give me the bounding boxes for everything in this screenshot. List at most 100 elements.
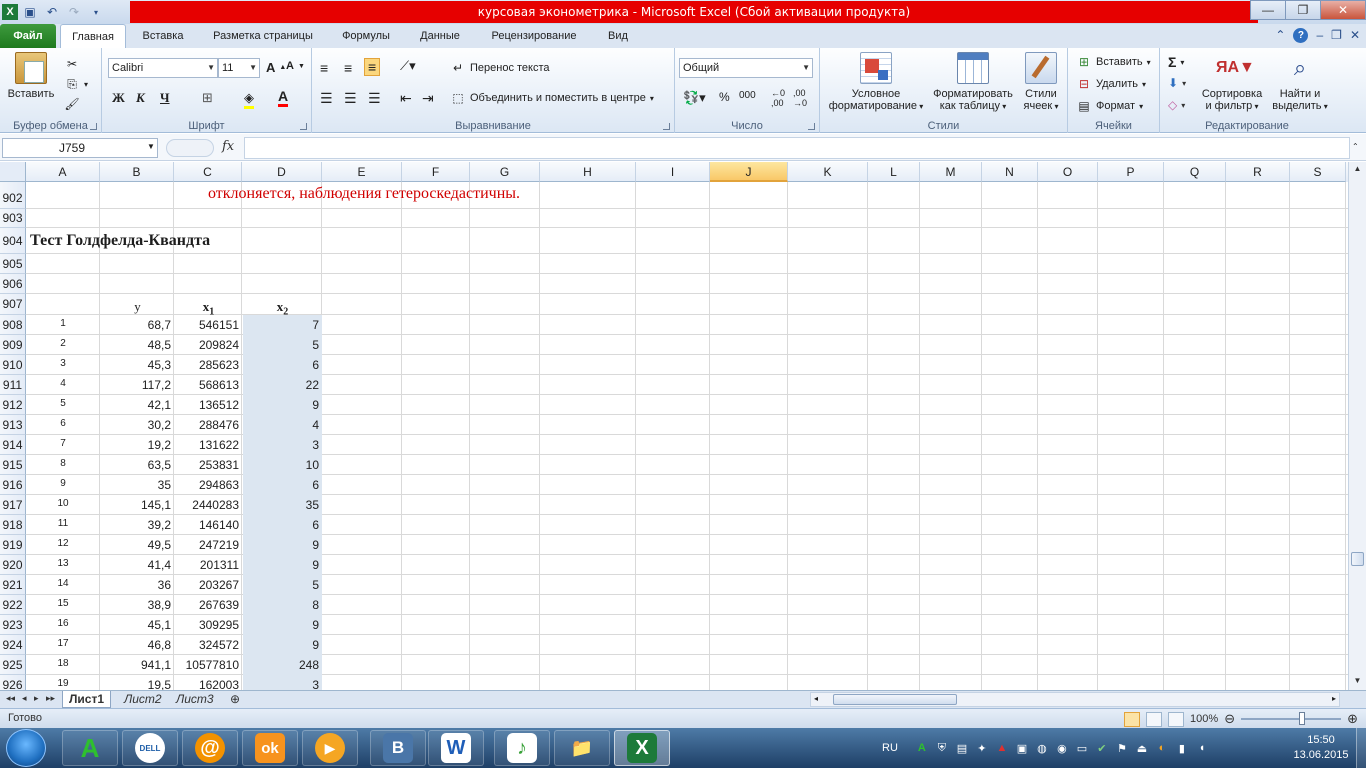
cell-x1[interactable]: 201311 bbox=[174, 558, 242, 572]
sheet-tab-1[interactable]: Лист1 bbox=[62, 691, 112, 708]
column-header-m[interactable]: M bbox=[920, 162, 982, 182]
header-y[interactable]: y bbox=[101, 299, 174, 315]
row-header[interactable]: 910 bbox=[0, 355, 26, 375]
row-header[interactable]: 926 bbox=[0, 675, 26, 690]
row-header[interactable]: 902 bbox=[0, 182, 26, 209]
cell-x2[interactable]: 248 bbox=[242, 658, 322, 672]
increase-decimal-icon[interactable]: ←0,00 bbox=[771, 88, 785, 108]
cell-x2[interactable]: 6 bbox=[242, 358, 322, 372]
section-title[interactable]: Тест Голдфелда-Квандта bbox=[30, 232, 210, 250]
cell-x1[interactable]: 294863 bbox=[174, 478, 242, 492]
cell-index[interactable]: 3 bbox=[26, 358, 100, 369]
doc-restore-icon[interactable]: ❐ bbox=[1331, 28, 1342, 43]
cell-index[interactable]: 13 bbox=[26, 558, 100, 569]
decrease-indent-icon[interactable]: ⇤ bbox=[400, 90, 412, 107]
prev-sheet-icon[interactable]: ◂ bbox=[22, 693, 27, 704]
zoom-in-icon[interactable]: ⊕ bbox=[1347, 711, 1358, 727]
cell-index[interactable]: 5 bbox=[26, 398, 100, 409]
column-header-r[interactable]: R bbox=[1226, 162, 1290, 182]
start-button[interactable] bbox=[6, 729, 46, 767]
cell-y[interactable]: 38,9 bbox=[100, 598, 174, 612]
shrink-font-icon[interactable]: A ▼ bbox=[286, 60, 305, 72]
save-icon[interactable]: ▣ bbox=[20, 2, 40, 22]
header-x2[interactable]: x2 bbox=[243, 299, 322, 318]
cell-y[interactable]: 45,1 bbox=[100, 618, 174, 632]
cell-x1[interactable]: 162003 bbox=[174, 678, 242, 690]
row-header[interactable]: 905 bbox=[0, 254, 26, 274]
number-format-select[interactable]: Общий ▼ bbox=[679, 58, 813, 78]
copy-icon[interactable]: ⎘ ▾ bbox=[64, 76, 88, 92]
column-header-a[interactable]: A bbox=[26, 162, 100, 182]
tray-network-globe-icon[interactable]: ◍ bbox=[1034, 740, 1050, 756]
scroll-left-icon[interactable]: ◂ bbox=[814, 694, 818, 703]
cell-y[interactable]: 39,2 bbox=[100, 518, 174, 532]
cell-x1[interactable]: 267639 bbox=[174, 598, 242, 612]
cell-y[interactable]: 19,2 bbox=[100, 438, 174, 452]
cell-y[interactable]: 48,5 bbox=[100, 338, 174, 352]
doc-minimize-icon[interactable]: – bbox=[1316, 28, 1323, 43]
merge-center-button[interactable]: ⬚ Объединить и поместить в центре ▾ bbox=[450, 90, 654, 106]
italic-button[interactable]: К bbox=[136, 90, 145, 106]
tab-review[interactable]: Рецензирование bbox=[482, 24, 586, 48]
horizontal-scrollbar[interactable]: ◂ ▸ bbox=[810, 692, 1340, 707]
cell-x1[interactable]: 324572 bbox=[174, 638, 242, 652]
tab-data[interactable]: Данные bbox=[410, 24, 470, 48]
close-icon[interactable]: ✕ bbox=[1320, 0, 1366, 20]
cell-y[interactable]: 117,2 bbox=[100, 378, 174, 392]
align-left-icon[interactable]: ☰ bbox=[320, 90, 333, 107]
cell-x2[interactable]: 3 bbox=[242, 438, 322, 452]
align-bottom-icon[interactable]: ≡ bbox=[364, 58, 381, 76]
align-top-icon[interactable]: ≡ bbox=[320, 60, 328, 76]
column-header-o[interactable]: O bbox=[1038, 162, 1098, 182]
tray-flag-icon[interactable]: ⚑ bbox=[1114, 740, 1130, 756]
doc-close-icon[interactable]: ✕ bbox=[1350, 28, 1360, 43]
bold-button[interactable]: Ж bbox=[112, 90, 125, 106]
column-header-p[interactable]: P bbox=[1098, 162, 1164, 182]
vertical-scrollbar[interactable]: ▲ ▼ bbox=[1348, 162, 1366, 690]
fill-color-icon[interactable]: ◈ bbox=[244, 90, 254, 109]
taskbar-dell[interactable]: DELL bbox=[122, 730, 178, 766]
row-header[interactable]: 919 bbox=[0, 535, 26, 555]
clipboard-expander-icon[interactable] bbox=[90, 123, 97, 130]
tray-signal-icon[interactable]: ▮ bbox=[1174, 740, 1190, 756]
currency-icon[interactable]: 💱▾ bbox=[683, 90, 706, 106]
autosum-icon[interactable]: Σ ▾ bbox=[1168, 54, 1184, 70]
help-icon[interactable]: ? bbox=[1293, 28, 1309, 43]
cell-x1[interactable]: 546151 bbox=[174, 318, 242, 332]
font-color-icon[interactable]: A bbox=[278, 88, 289, 107]
tray-webcam-icon[interactable]: ◉ bbox=[1054, 740, 1070, 756]
taskbar-vk[interactable]: B bbox=[370, 730, 426, 766]
clock[interactable]: 15:50 13.06.2015 bbox=[1288, 733, 1354, 763]
cell-x2[interactable]: 7 bbox=[242, 318, 322, 332]
row-header[interactable]: 924 bbox=[0, 635, 26, 655]
row-header[interactable]: 903 bbox=[0, 209, 26, 228]
cell-x2[interactable]: 5 bbox=[242, 578, 322, 592]
tab-home[interactable]: Главная bbox=[60, 24, 126, 48]
next-sheet-icon[interactable]: ▸ bbox=[34, 693, 39, 704]
cell-y[interactable]: 68,7 bbox=[100, 318, 174, 332]
insert-function-icon[interactable]: fx bbox=[222, 139, 234, 154]
column-header-e[interactable]: E bbox=[322, 162, 402, 182]
cell-x2[interactable]: 6 bbox=[242, 478, 322, 492]
column-header-f[interactable]: F bbox=[402, 162, 470, 182]
font-size-select[interactable]: 11 ▼ bbox=[218, 58, 260, 78]
column-header-q[interactable]: Q bbox=[1164, 162, 1226, 182]
cell-x2[interactable]: 9 bbox=[242, 538, 322, 552]
cell-index[interactable]: 4 bbox=[26, 378, 100, 389]
taskbar-word[interactable]: W bbox=[428, 730, 484, 766]
undo-icon[interactable]: ↶ bbox=[42, 2, 62, 22]
font-name-select[interactable]: Calibri ▼ bbox=[108, 58, 218, 78]
taskbar-excel[interactable]: X bbox=[614, 730, 670, 766]
percent-button[interactable]: % bbox=[719, 90, 730, 104]
formula-input[interactable] bbox=[244, 137, 1350, 159]
name-box-dropdown-icon[interactable]: ▼ bbox=[147, 142, 155, 151]
decrease-decimal-icon[interactable]: ,00 →0 bbox=[793, 88, 807, 108]
show-desktop-button[interactable] bbox=[1356, 728, 1366, 768]
sheet-tab-2[interactable]: Лист2 bbox=[118, 691, 168, 708]
minimize-ribbon-icon[interactable]: ⌃ bbox=[1275, 28, 1285, 43]
cell-x2[interactable]: 35 bbox=[242, 498, 322, 512]
cell-index[interactable]: 18 bbox=[26, 658, 100, 669]
cell-y[interactable]: 41,4 bbox=[100, 558, 174, 572]
taskbar-app-a[interactable]: A bbox=[62, 730, 118, 766]
row-header[interactable]: 914 bbox=[0, 435, 26, 455]
